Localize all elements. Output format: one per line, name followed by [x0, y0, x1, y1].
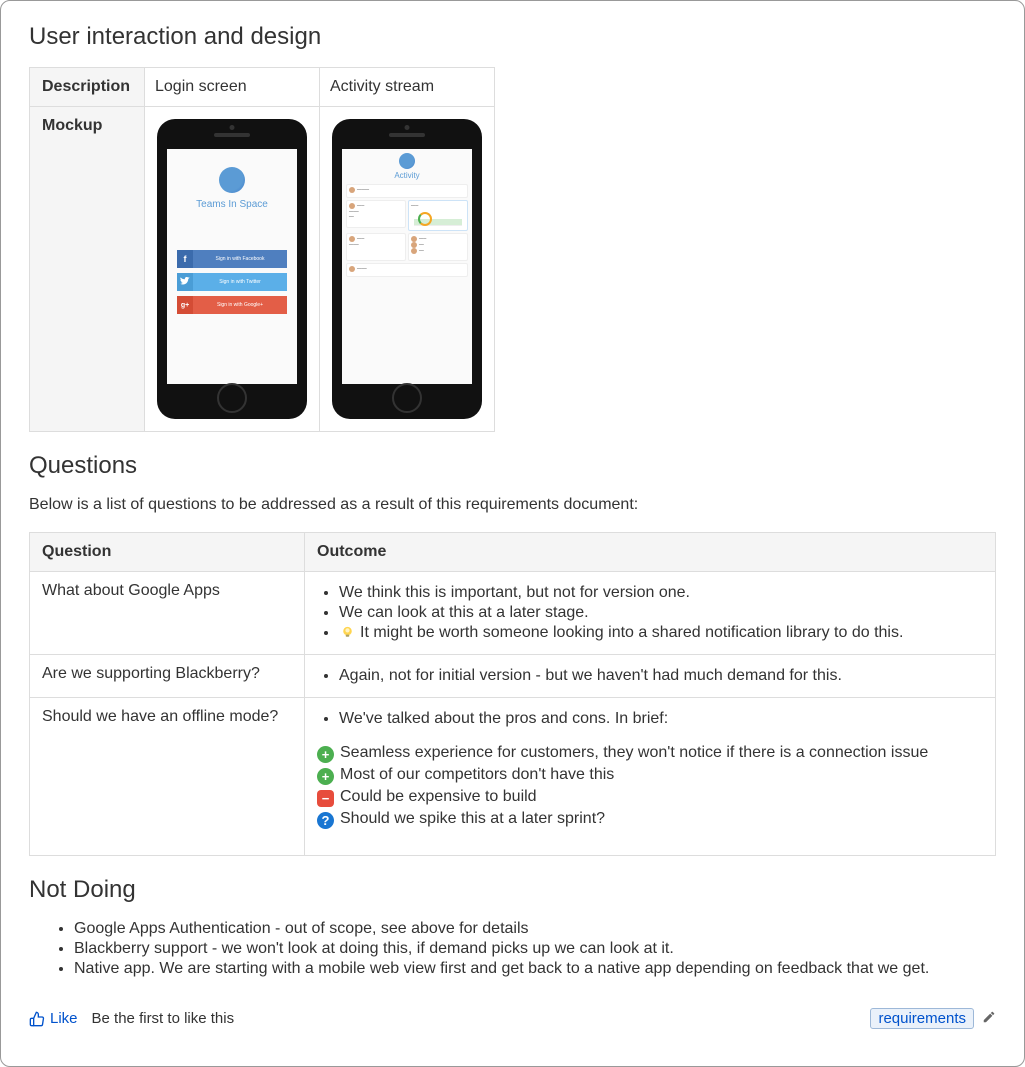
outcome-item: −Could be expensive to build — [317, 788, 983, 807]
outcome-item: It might be worth someone looking into a… — [339, 624, 983, 642]
activity-title: Activity — [346, 171, 468, 180]
table-row: Are we supporting Blackberry? Again, not… — [30, 655, 996, 698]
page-footer: Like Be the first to like this requireme… — [29, 1008, 996, 1029]
section-heading-notdoing: Not Doing — [29, 876, 996, 904]
outcome-item: We've talked about the pros and cons. In… — [339, 710, 983, 728]
outcome-cell: We've talked about the pros and cons. In… — [305, 698, 996, 856]
facebook-icon: f — [177, 250, 193, 268]
outcome-item: Again, not for initial version - but we … — [339, 667, 983, 685]
document-page: User interaction and design Description … — [0, 0, 1025, 1067]
outcome-cell: Again, not for initial version - but we … — [305, 655, 996, 698]
questions-header-outcome: Outcome — [305, 533, 996, 572]
outcome-item: +Most of our competitors don't have this — [317, 766, 983, 785]
design-cell-activity-label: Activity stream — [320, 68, 495, 107]
twitter-icon — [177, 273, 193, 291]
app-logo-icon — [219, 167, 245, 193]
table-row: What about Google Apps We think this is … — [30, 572, 996, 655]
question-cell: What about Google Apps — [30, 572, 305, 655]
question-icon: ? — [317, 812, 334, 829]
section-heading-questions: Questions — [29, 452, 996, 480]
phone-mockup-activity: Activity ━━━━━ ━━━━━━━━━ ━━━ ━━━━━━━ ━━━… — [332, 119, 482, 419]
googleplus-login-button: g+ Sign in with Google+ — [177, 296, 287, 314]
list-item: Native app. We are starting with a mobil… — [74, 960, 996, 978]
questions-table: Question Outcome What about Google Apps … — [29, 532, 996, 856]
plus-icon: + — [317, 768, 334, 785]
twitter-login-button: Sign in with Twitter — [177, 273, 287, 291]
app-title: Teams In Space — [171, 199, 293, 210]
outcome-item: We think this is important, but not for … — [339, 584, 983, 602]
tag-label[interactable]: requirements — [870, 1008, 974, 1029]
mockup-cell-activity: Activity ━━━━━ ━━━━━━━━━ ━━━ ━━━━━━━ ━━━… — [320, 107, 495, 432]
mockup-cell-login: Teams In Space f Sign in with Facebook S… — [145, 107, 320, 432]
plus-icon: + — [317, 746, 334, 763]
outcome-item: We can look at this at a later stage. — [339, 604, 983, 622]
outcome-item: +Seamless experience for customers, they… — [317, 744, 983, 763]
section-heading-design: User interaction and design — [29, 23, 996, 51]
design-row-header-description: Description — [30, 68, 145, 107]
minus-icon: − — [317, 790, 334, 807]
design-row-header-mockup: Mockup — [30, 107, 145, 432]
pencil-icon — [982, 1010, 996, 1024]
edit-labels-button[interactable] — [982, 1010, 996, 1028]
like-hint: Be the first to like this — [92, 1010, 235, 1027]
app-logo-icon — [399, 153, 415, 169]
login-screen: Teams In Space f Sign in with Facebook S… — [167, 149, 297, 384]
question-cell: Are we supporting Blackberry? — [30, 655, 305, 698]
outcome-cell: We think this is important, but not for … — [305, 572, 996, 655]
googleplus-icon: g+ — [177, 296, 193, 314]
activity-screen: Activity ━━━━━ ━━━━━━━━━ ━━━ ━━━━━━━ ━━━… — [342, 149, 472, 384]
table-row: Should we have an offline mode? We've ta… — [30, 698, 996, 856]
questions-header-question: Question — [30, 533, 305, 572]
design-table: Description Login screen Activity stream… — [29, 67, 495, 432]
thumbs-up-icon — [29, 1011, 45, 1027]
list-item: Blackberry support - we won't look at do… — [74, 940, 996, 958]
list-item: Google Apps Authentication - out of scop… — [74, 920, 996, 938]
like-label: Like — [50, 1010, 78, 1027]
facebook-login-button: f Sign in with Facebook — [177, 250, 287, 268]
notdoing-list: Google Apps Authentication - out of scop… — [29, 920, 996, 978]
outcome-item: ?Should we spike this at a later sprint? — [317, 810, 983, 829]
design-cell-login-label: Login screen — [145, 68, 320, 107]
phone-mockup-login: Teams In Space f Sign in with Facebook S… — [157, 119, 307, 419]
question-cell: Should we have an offline mode? — [30, 698, 305, 856]
lightbulb-icon — [339, 624, 356, 641]
questions-intro: Below is a list of questions to be addre… — [29, 496, 996, 514]
like-button[interactable]: Like — [29, 1010, 78, 1027]
